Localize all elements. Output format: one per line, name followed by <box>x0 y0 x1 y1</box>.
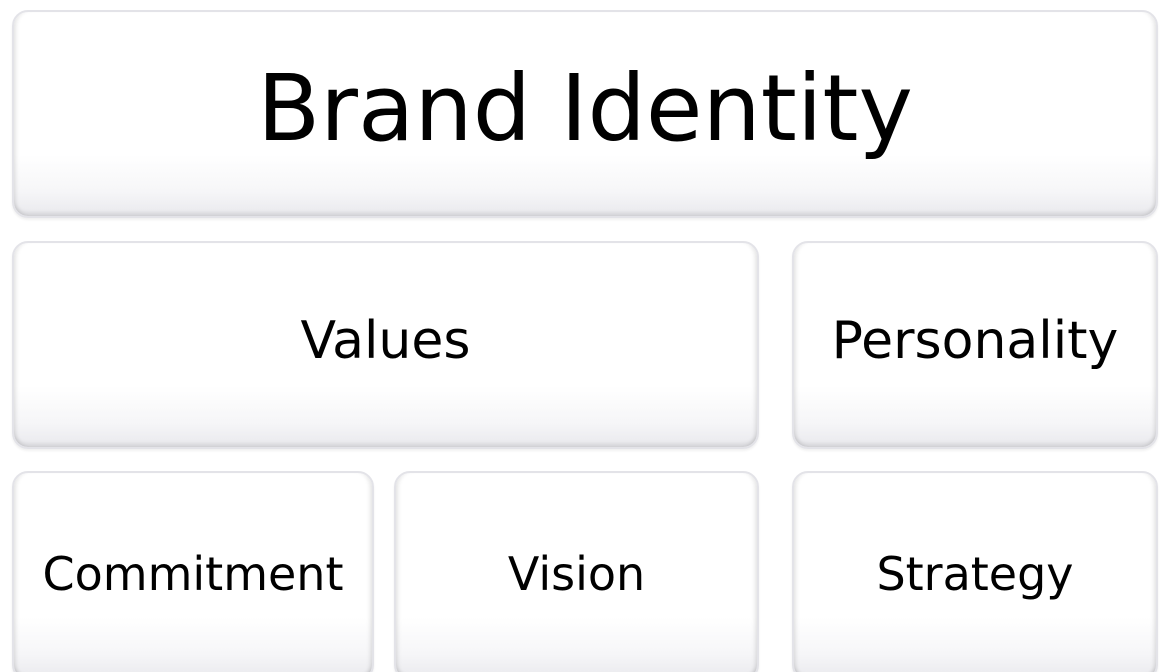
brand-identity-box: Brand Identity <box>12 10 1158 218</box>
values-box: Values <box>12 241 759 449</box>
vision-box: Vision <box>394 471 759 672</box>
vision-label: Vision <box>507 547 646 601</box>
strategy-box: Strategy <box>792 471 1158 672</box>
brand-identity-label: Brand Identity <box>257 54 913 162</box>
strategy-label: Strategy <box>876 547 1074 601</box>
values-label: Values <box>300 311 471 371</box>
personality-label: Personality <box>831 311 1119 371</box>
brand-identity-diagram: Brand Identity Values Personality Commit… <box>0 0 1160 672</box>
commitment-box: Commitment <box>12 471 374 672</box>
commitment-label: Commitment <box>42 547 344 601</box>
personality-box: Personality <box>792 241 1158 449</box>
